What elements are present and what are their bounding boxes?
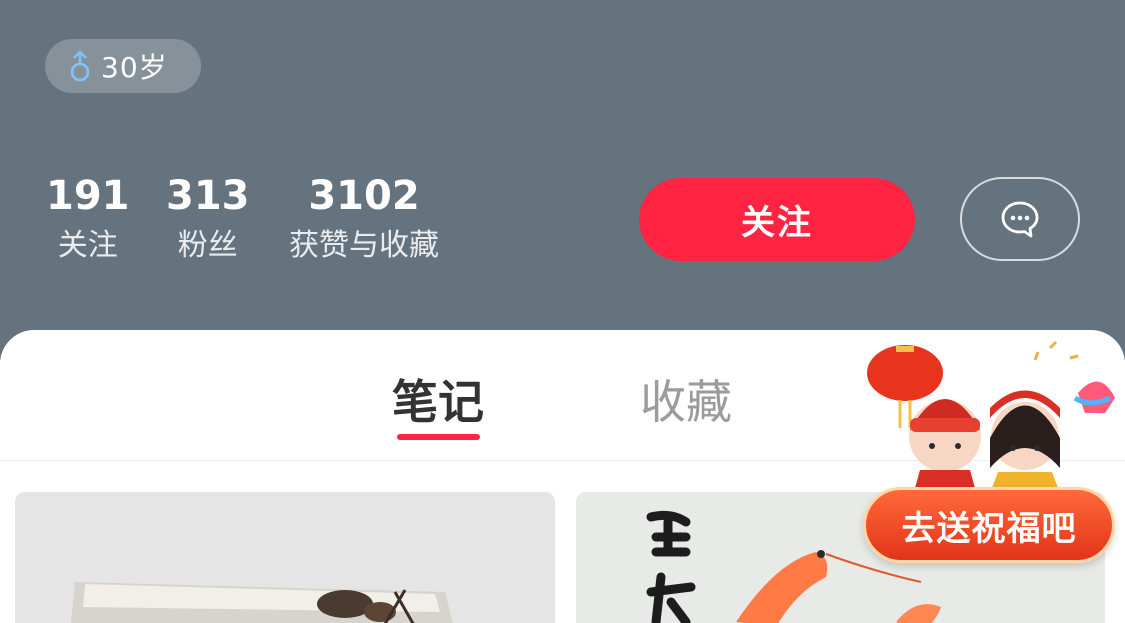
fans-count: 313	[166, 173, 250, 219]
festive-characters-icon	[867, 340, 1115, 488]
following-label: 关注	[57, 228, 118, 263]
stat-fans[interactable]: 313 粉丝	[166, 170, 250, 268]
active-tab-indicator	[397, 434, 480, 440]
profile-header: 30岁 191 关注 313 粉丝 3102 获赞与收藏 关注	[0, 0, 1125, 360]
male-symbol-icon	[70, 50, 90, 82]
note-image	[15, 492, 555, 623]
chat-bubble-icon	[1001, 201, 1039, 238]
tab-collections[interactable]: 收藏	[640, 366, 732, 432]
stat-following[interactable]: 191 关注	[46, 170, 130, 268]
age-tag: 30岁	[45, 39, 201, 93]
likes-count: 3102	[308, 173, 420, 219]
following-count: 191	[46, 173, 130, 219]
message-button[interactable]	[960, 177, 1080, 261]
follow-button[interactable]: 关注	[639, 178, 915, 261]
fans-label: 粉丝	[177, 228, 238, 263]
likes-label: 获赞与收藏	[289, 228, 439, 263]
tab-notes[interactable]: 笔记	[392, 366, 484, 432]
stat-likes-collections[interactable]: 3102 获赞与收藏	[289, 170, 439, 268]
note-thumbnail[interactable]	[15, 492, 555, 623]
age-label: 30岁	[101, 51, 168, 84]
send-blessing-button[interactable]: 去送祝福吧	[863, 487, 1115, 563]
new-year-decoration[interactable]	[860, 338, 1125, 488]
